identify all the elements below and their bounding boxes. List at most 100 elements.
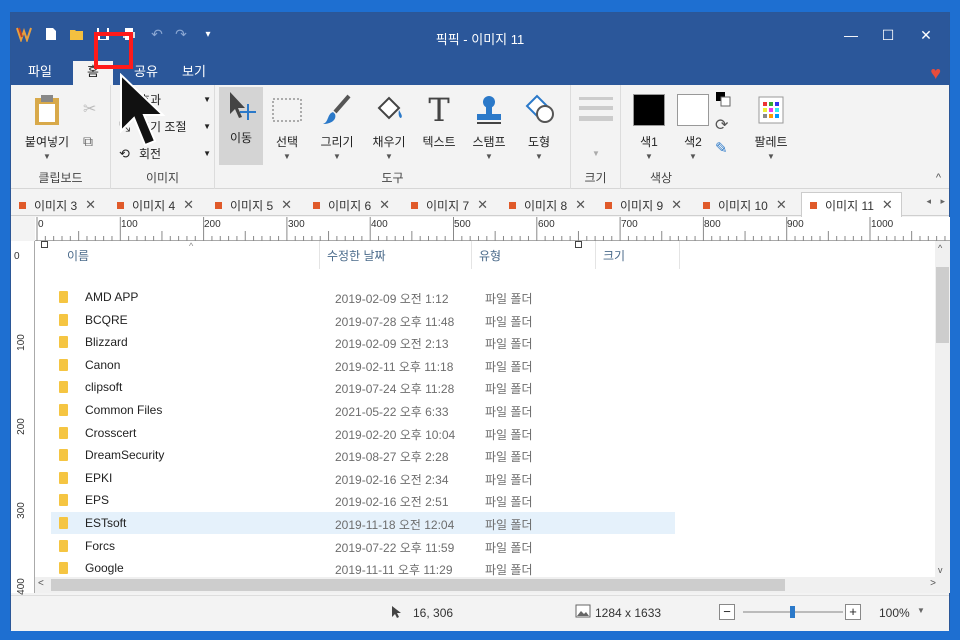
zoom-in-button[interactable]: + — [845, 604, 861, 620]
color2-swatch — [677, 94, 709, 126]
table-row[interactable]: Crosscert 2019-02-20 오후 10:04 파일 폴더 — [51, 422, 675, 444]
table-row[interactable]: BCQRE 2019-07-28 오후 11:48 파일 폴더 — [51, 309, 675, 331]
doc-tab[interactable]: 이미지 10 ✕ — [703, 194, 787, 216]
draw-tool-button[interactable]: 그리기 ▼ — [315, 91, 359, 161]
swap-colors-icon[interactable] — [715, 91, 731, 110]
copy-icon[interactable]: ⧉ — [83, 133, 93, 150]
table-row[interactable]: EPKI 2019-02-16 오전 2:34 파일 폴더 — [51, 467, 675, 489]
zoom-out-button[interactable]: − — [719, 604, 735, 620]
table-row[interactable]: Blizzard 2019-02-09 오전 2:13 파일 폴더 — [51, 331, 675, 353]
stamp-icon — [467, 91, 511, 129]
row-date: 2019-02-16 오전 2:51 — [335, 495, 449, 510]
tab-scroll-left-icon[interactable]: ◂ — [926, 196, 931, 207]
folder-icon — [59, 313, 68, 326]
minimize-icon[interactable]: — — [836, 25, 866, 45]
horizontal-scroll-thumb[interactable] — [51, 579, 785, 591]
chevron-down-icon: ▼ — [203, 149, 211, 158]
close-icon[interactable]: ✕ — [882, 197, 893, 213]
doc-tab[interactable]: 이미지 3 ✕ — [19, 194, 96, 216]
scroll-right-icon[interactable]: > — [930, 578, 936, 589]
table-row[interactable]: Google 2019-11-11 오후 11:29 파일 폴더 — [51, 557, 675, 577]
row-name: Google — [85, 561, 124, 576]
table-row[interactable]: clipsoft 2019-07-24 오후 11:28 파일 폴더 — [51, 376, 675, 398]
table-row[interactable]: Canon 2019-02-11 오후 11:18 파일 폴더 — [51, 354, 675, 376]
folder-icon — [59, 562, 68, 575]
folder-icon — [59, 381, 68, 394]
text-tool-button[interactable]: T 텍스트 — [417, 91, 461, 150]
collapse-ribbon-icon[interactable]: ^ — [936, 172, 941, 184]
select-tool-button[interactable]: 선택 ▼ — [265, 91, 309, 161]
doc-tab[interactable]: 이미지 9 ✕ — [605, 194, 682, 216]
close-icon[interactable]: ✕ — [477, 197, 488, 213]
fill-tool-button[interactable]: 채우기 ▼ — [367, 91, 411, 161]
close-icon[interactable]: ✕ — [575, 197, 586, 213]
chevron-down-icon: ▼ — [535, 152, 543, 161]
heart-icon[interactable]: ♥ — [930, 63, 941, 84]
vertical-scrollbar[interactable]: ^ v — [935, 241, 950, 577]
doc-tab-active[interactable]: 이미지 11 ✕ — [801, 192, 902, 217]
zoom-level[interactable]: 100% — [879, 606, 910, 620]
table-row[interactable]: Common Files 2021-05-22 오후 6:33 파일 폴더 — [51, 399, 675, 421]
close-icon[interactable]: ✕ — [776, 197, 787, 213]
close-icon[interactable]: ✕ — [671, 197, 682, 213]
mouse-cursor-icon — [119, 72, 169, 156]
maximize-icon[interactable]: ☐ — [873, 25, 903, 45]
row-type: 파일 폴더 — [485, 472, 533, 487]
tab-file[interactable]: 파일 — [17, 61, 63, 85]
line-width-button[interactable]: ▼ — [579, 97, 613, 158]
pointer-icon — [391, 605, 401, 622]
table-row[interactable]: ESTsoft 2019-11-18 오전 12:04 파일 폴더 — [51, 512, 675, 534]
doc-tab[interactable]: 이미지 6 ✕ — [313, 194, 390, 216]
doc-tab[interactable]: 이미지 4 ✕ — [117, 194, 194, 216]
paste-button[interactable]: 붙여넣기 ▼ — [17, 91, 77, 161]
shape-icon — [517, 91, 561, 129]
scroll-down-icon[interactable]: v — [938, 565, 943, 575]
chevron-down-icon[interactable]: ▼ — [917, 606, 925, 615]
doc-tab[interactable]: 이미지 8 ✕ — [509, 194, 586, 216]
row-type: 파일 폴더 — [485, 359, 533, 374]
row-name: BCQRE — [85, 312, 128, 327]
image-canvas[interactable]: 이름 ^ 수정한 날짜 유형 크기 AMD APP 2019-02-09 오전 1… — [35, 241, 935, 577]
table-row[interactable]: Forcs 2019-07-22 오후 11:59 파일 폴더 — [51, 535, 675, 557]
reset-colors-icon[interactable]: ⟳ — [715, 115, 728, 135]
resize-handle[interactable] — [41, 241, 48, 248]
row-type: 파일 폴더 — [485, 540, 533, 555]
doc-tab[interactable]: 이미지 5 ✕ — [215, 194, 292, 216]
resize-handle[interactable] — [575, 241, 582, 248]
tab-view[interactable]: 보기 — [171, 61, 217, 85]
zoom-slider-thumb[interactable] — [790, 606, 795, 618]
cut-icon[interactable]: ✂ — [83, 99, 96, 119]
palette-button[interactable]: 팔레트 ▼ — [743, 91, 799, 161]
shape-tool-button[interactable]: 도형 ▼ — [517, 91, 561, 161]
folder-icon — [59, 291, 68, 303]
table-row[interactable]: AMD APP 2019-02-09 오전 1:12 파일 폴더 — [51, 286, 675, 308]
vertical-scroll-thumb[interactable] — [936, 267, 949, 343]
chevron-down-icon: ▼ — [592, 149, 600, 158]
color2-button[interactable]: 색2 ▼ — [671, 91, 715, 161]
row-type: 파일 폴더 — [485, 563, 533, 577]
table-row[interactable]: DreamSecurity 2019-08-27 오후 2:28 파일 폴더 — [51, 444, 675, 466]
row-date: 2019-11-18 오전 12:04 — [335, 518, 455, 532]
row-type: 파일 폴더 — [485, 450, 533, 465]
close-icon[interactable]: ✕ — [281, 197, 292, 213]
table-row[interactable]: EPS 2019-02-16 오전 2:51 파일 폴더 — [51, 489, 675, 511]
move-tool-button[interactable]: 이동 — [219, 87, 263, 165]
close-icon[interactable]: ✕ — [85, 197, 96, 213]
zoom-slider[interactable] — [743, 606, 843, 618]
close-icon[interactable]: ✕ — [379, 197, 390, 213]
scroll-up-icon[interactable]: ^ — [938, 243, 942, 253]
eyedropper-icon[interactable]: ✎ — [715, 139, 728, 157]
cursor-position: 16, 306 — [413, 606, 454, 620]
color1-button[interactable]: 색1 ▼ — [627, 91, 671, 161]
column-header-name: 이름 — [67, 249, 90, 263]
close-icon[interactable]: ✕ — [183, 197, 194, 213]
horizontal-scrollbar[interactable]: < > — [35, 577, 950, 593]
status-bar: 16, 306 1284 x 1633 − + 100% ▼ — [11, 595, 949, 631]
scroll-left-icon[interactable]: < — [38, 578, 44, 589]
row-date: 2019-02-16 오전 2:34 — [335, 472, 449, 487]
doc-tab[interactable]: 이미지 7 ✕ — [411, 194, 488, 216]
tab-scroll-right-icon[interactable]: ▸ — [940, 196, 945, 207]
row-date: 2019-02-11 오후 11:18 — [335, 359, 454, 374]
stamp-tool-button[interactable]: 스탬프 ▼ — [467, 91, 511, 161]
close-icon[interactable]: ✕ — [911, 25, 941, 45]
